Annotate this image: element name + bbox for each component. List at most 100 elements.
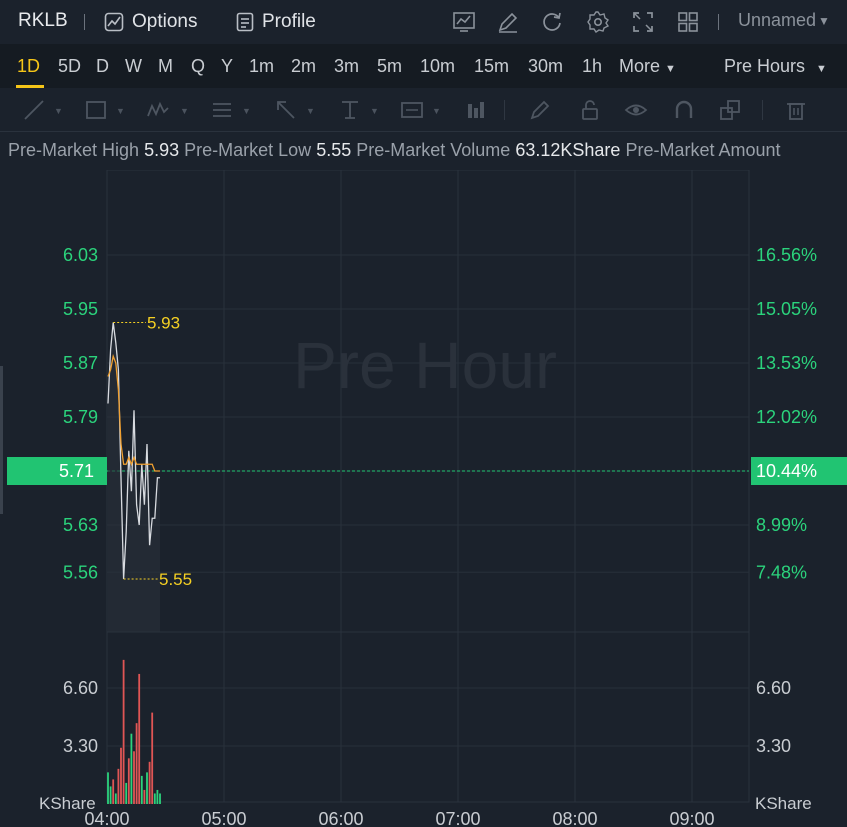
- plot-area: [106, 170, 750, 803]
- indicator-icon[interactable]: [452, 10, 476, 34]
- percent-tick-label: 12.02%: [756, 407, 817, 427]
- percent-tick-label: 15.05%: [756, 299, 817, 319]
- grid-layout-icon[interactable]: [676, 10, 700, 34]
- pattern-icon[interactable]: [146, 98, 170, 122]
- volume-bar: [125, 782, 128, 804]
- tf-10m[interactable]: 10m: [420, 56, 455, 77]
- price-tick-label: 5.87: [63, 353, 98, 373]
- volume-bar: [133, 751, 135, 804]
- magnet-icon[interactable]: [672, 98, 696, 122]
- fib-icon[interactable]: [210, 98, 234, 122]
- refresh-icon[interactable]: [540, 10, 564, 34]
- divider: [762, 100, 763, 120]
- caret-down-icon: ▼: [665, 63, 676, 75]
- symbol-name[interactable]: RKLB: [18, 10, 68, 32]
- time-tick-label: 06:00: [318, 809, 363, 827]
- tf-w[interactable]: W: [125, 56, 142, 77]
- volume-bar: [122, 659, 125, 804]
- caret-down-icon: ▼: [116, 106, 125, 116]
- caret-down-icon: ▼: [242, 106, 251, 116]
- profile-button[interactable]: Profile: [236, 8, 316, 36]
- lock-icon[interactable]: [578, 98, 602, 122]
- tf-3m[interactable]: 3m: [334, 56, 359, 77]
- volume-tick-label: 3.30: [63, 736, 98, 756]
- price-tick-label: 6.03: [63, 245, 98, 265]
- more-timeframes-button[interactable]: More ▼: [619, 56, 676, 77]
- divider: [84, 14, 85, 30]
- tf-5d[interactable]: 5D: [58, 56, 81, 77]
- layout-name: Unnamed: [738, 10, 817, 30]
- bars-icon[interactable]: [464, 98, 488, 122]
- price-tick-label: 5.63: [63, 515, 98, 535]
- volume-bar: [151, 712, 154, 804]
- caret-down-icon: ▼: [816, 63, 827, 75]
- caret-down-icon: ▼: [432, 106, 441, 116]
- trash-icon[interactable]: [784, 98, 808, 122]
- volume-bar: [109, 786, 112, 804]
- drawing-toolbar: ▼ ▼ ▼ ▼ ▼ ▼ ▼: [0, 88, 847, 132]
- caret-down-icon: ▼: [370, 106, 379, 116]
- volume-unit-label: KShare: [755, 794, 812, 813]
- caret-down-icon: ▼: [180, 106, 189, 116]
- percent-tick-label: 16.56%: [756, 245, 817, 265]
- intraday-chart[interactable]: Pre Hour 6.03 5.95 5.87 5.79 5.63 5.56 16.56% 15…: [0, 170, 847, 827]
- layout-select[interactable]: Unnamed ▼: [738, 10, 830, 31]
- tf-1m[interactable]: 1m: [249, 56, 274, 77]
- last-percent-label: 10.44%: [756, 461, 817, 481]
- volume-label: Pre-Market Volume: [356, 140, 511, 160]
- tf-m[interactable]: M: [158, 56, 173, 77]
- tf-15m[interactable]: 15m: [474, 56, 509, 77]
- time-tick-label: 08:00: [552, 809, 597, 827]
- text-tool-icon[interactable]: [338, 98, 362, 122]
- volume-bar: [140, 775, 143, 804]
- volume-bar: [159, 793, 161, 804]
- fullscreen-icon[interactable]: [631, 10, 655, 34]
- price-tick-label: 5.79: [63, 407, 98, 427]
- layers-icon[interactable]: [718, 98, 742, 122]
- settings-icon[interactable]: [586, 10, 610, 34]
- tf-1h[interactable]: 1h: [582, 56, 602, 77]
- draw-icon[interactable]: [496, 10, 520, 34]
- tf-30m[interactable]: 30m: [528, 56, 563, 77]
- divider: [504, 100, 505, 120]
- premarket-stats: Pre-Market High 5.93 Pre-Market Low 5.55…: [8, 140, 781, 161]
- volume-bar: [127, 758, 130, 804]
- more-label: More: [619, 56, 661, 76]
- label-icon[interactable]: [400, 98, 424, 122]
- percent-tick-label: 13.53%: [756, 353, 817, 373]
- volume-tick-label: 6.60: [63, 678, 98, 698]
- tf-2m[interactable]: 2m: [291, 56, 316, 77]
- percent-tick-label: 7.48%: [756, 562, 807, 582]
- arrow-icon[interactable]: [274, 98, 298, 122]
- percent-tick-label: 8.99%: [756, 515, 807, 535]
- high-label: Pre-Market High: [8, 140, 140, 160]
- tf-d[interactable]: D: [96, 56, 109, 77]
- time-tick-label: 09:00: [669, 809, 714, 827]
- high-value: 5.93: [144, 140, 180, 160]
- timeframe-bar: 1D 5D D W M Q Y 1m 2m 3m 5m 10m 15m 30m …: [0, 44, 847, 88]
- time-tick-label: 04:00: [84, 809, 129, 827]
- caret-down-icon: ▼: [818, 13, 830, 28]
- volume-bar: [130, 733, 133, 804]
- session-select[interactable]: Pre Hours ▼: [724, 56, 827, 77]
- top-bar: RKLB Options Profile Unnamed ▼: [0, 0, 847, 44]
- watermark-text: Pre Hour: [293, 328, 557, 402]
- options-button[interactable]: Options: [104, 8, 197, 36]
- volume-bar: [112, 779, 115, 804]
- last-price-label: 5.71: [59, 461, 94, 481]
- pencil-icon[interactable]: [528, 98, 552, 122]
- trend-line-icon[interactable]: [22, 98, 46, 122]
- tf-q[interactable]: Q: [191, 56, 205, 77]
- amount-label: Pre-Market Amount: [625, 140, 781, 160]
- eye-icon[interactable]: [624, 98, 648, 122]
- tf-1d[interactable]: 1D: [17, 56, 40, 77]
- session-label: Pre Hours: [724, 56, 806, 76]
- tf-y[interactable]: Y: [221, 56, 233, 77]
- rectangle-icon[interactable]: [84, 98, 108, 122]
- options-chart-icon: [104, 12, 124, 32]
- volume-bar: [120, 747, 122, 804]
- volume-bar: [117, 768, 120, 804]
- tf-5m[interactable]: 5m: [377, 56, 402, 77]
- volume-bar: [138, 673, 141, 804]
- profile-label: Profile: [262, 11, 316, 32]
